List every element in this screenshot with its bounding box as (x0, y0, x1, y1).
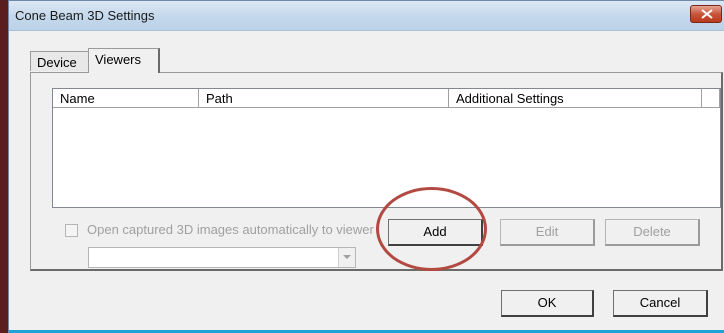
auto-open-checkbox[interactable] (65, 224, 78, 237)
add-button[interactable]: Add (388, 219, 483, 246)
list-header: Name Path Additional Settings (53, 89, 720, 108)
title-bar[interactable]: Cone Beam 3D Settings (9, 1, 724, 31)
column-header-name[interactable]: Name (53, 89, 199, 108)
column-header-path[interactable]: Path (199, 89, 449, 108)
chevron-down-icon (343, 255, 351, 259)
viewers-list[interactable]: Name Path Additional Settings (52, 88, 721, 208)
window-title: Cone Beam 3D Settings (15, 8, 155, 23)
close-button[interactable] (690, 5, 722, 23)
edit-button[interactable]: Edit (500, 219, 595, 246)
dialog-window: Cone Beam 3D Settings Device Viewers Nam… (8, 0, 724, 333)
viewer-select[interactable] (88, 247, 356, 268)
viewers-panel: Name Path Additional Settings Open captu… (30, 72, 723, 271)
cancel-button[interactable]: Cancel (613, 290, 708, 317)
column-header-filler (702, 89, 720, 108)
close-icon (701, 9, 713, 19)
auto-open-label: Open captured 3D images automatically to… (87, 222, 374, 237)
viewer-select-dropdown-button[interactable] (338, 248, 355, 267)
delete-button[interactable]: Delete (605, 219, 700, 246)
tab-device[interactable]: Device (30, 51, 89, 71)
column-header-additional-settings[interactable]: Additional Settings (449, 89, 702, 108)
tab-viewers[interactable]: Viewers (88, 48, 160, 73)
ok-button[interactable]: OK (501, 290, 594, 317)
